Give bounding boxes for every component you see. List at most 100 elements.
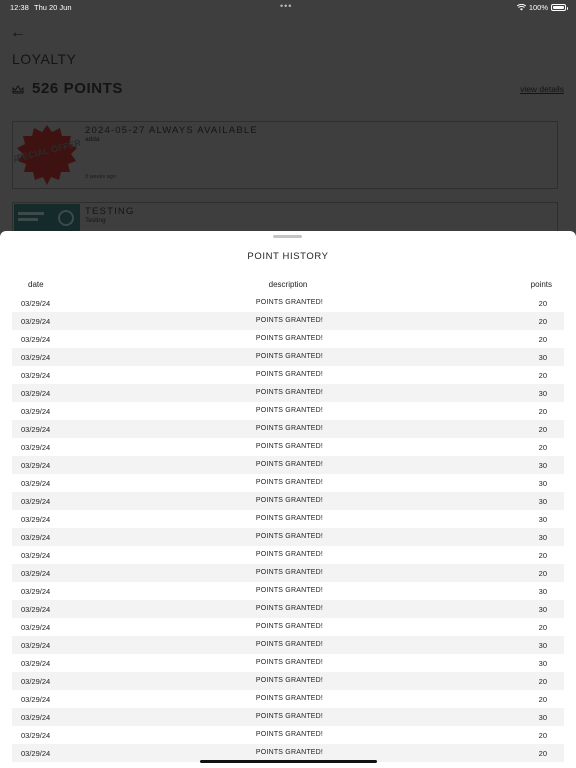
row-description: POINTS GRANTED! — [255, 425, 324, 432]
table-row: 03/29/24 POINTS GRANTED! 30 — [12, 492, 564, 510]
row-points: 20 — [538, 299, 547, 308]
row-description: POINTS GRANTED! — [255, 335, 324, 342]
view-details-link[interactable]: view details — [520, 84, 564, 94]
row-points: 20 — [538, 623, 547, 632]
row-description: POINTS GRANTED! — [255, 443, 324, 450]
row-description: POINTS GRANTED! — [255, 749, 324, 756]
table-row: 03/29/24 POINTS GRANTED! 30 — [12, 654, 564, 672]
offer-card[interactable]: SPECIAL OFFER 2024-05-27 ALWAYS AVAILABL… — [10, 121, 558, 189]
row-points: 30 — [538, 605, 547, 614]
row-description: POINTS GRANTED! — [255, 479, 324, 486]
row-points: 30 — [538, 497, 547, 506]
row-points: 30 — [538, 659, 547, 668]
offer-subtitle: Testing — [85, 217, 106, 224]
offer-subtitle: adda — [85, 136, 100, 143]
status-time: 12:38 — [10, 3, 29, 12]
column-header-description: description — [268, 280, 308, 289]
table-row: 03/29/24 POINTS GRANTED! 20 — [12, 690, 564, 708]
row-points: 20 — [538, 551, 547, 560]
row-points: 30 — [538, 533, 547, 542]
column-header-points: points — [530, 280, 552, 289]
point-history-table: 03/29/24 POINTS GRANTED! 20 03/29/24 POINTS … — [12, 294, 564, 762]
row-points: 20 — [538, 335, 547, 344]
table-row: 03/29/24 POINTS GRANTED! 20 — [12, 402, 564, 420]
row-description: POINTS GRANTED! — [255, 695, 324, 702]
row-points: 20 — [538, 749, 547, 758]
row-points: 30 — [538, 515, 547, 524]
row-description: POINTS GRANTED! — [255, 551, 324, 558]
row-description: POINTS GRANTED! — [255, 623, 324, 630]
table-row: 03/29/24 POINTS GRANTED! 30 — [12, 582, 564, 600]
back-arrow-icon[interactable]: ← — [10, 24, 26, 42]
row-description: POINTS GRANTED! — [255, 641, 324, 648]
status-date: Thu 20 Jun — [34, 3, 72, 12]
table-row: 03/29/24 POINTS GRANTED! 30 — [12, 384, 564, 402]
battery-icon — [551, 4, 568, 11]
row-points: 30 — [538, 479, 547, 488]
table-row: 03/29/24 POINTS GRANTED! 20 — [12, 330, 564, 348]
battery-percent: 100% — [528, 3, 548, 12]
point-history-sheet: POINT HISTORY date description points 03… — [0, 231, 576, 768]
row-description: POINTS GRANTED! — [255, 353, 324, 360]
table-row: 03/29/24 POINTS GRANTED! 30 — [12, 600, 564, 618]
row-description: POINTS GRANTED! — [255, 533, 324, 540]
row-points: 30 — [538, 461, 547, 470]
row-points: 20 — [538, 317, 547, 326]
row-points: 20 — [538, 677, 547, 686]
table-row: 03/29/24 POINTS GRANTED! 20 — [12, 564, 564, 582]
table-row: 03/29/24 POINTS GRANTED! 30 — [12, 708, 564, 726]
row-points: 20 — [538, 371, 547, 380]
sheet-title: POINT HISTORY — [247, 251, 329, 262]
table-row: 03/29/24 POINTS GRANTED! 20 — [12, 420, 564, 438]
points-summary: 526 POINTS — [12, 80, 123, 97]
row-description: POINTS GRANTED! — [255, 497, 324, 504]
table-row: 03/29/24 POINTS GRANTED! 20 — [12, 726, 564, 744]
row-description: POINTS GRANTED! — [255, 371, 324, 378]
row-points: 20 — [538, 443, 547, 452]
loyalty-crown-icon — [12, 84, 24, 93]
row-points: 20 — [538, 407, 547, 416]
home-indicator[interactable] — [200, 760, 377, 763]
offer-time: 3 weeks ago — [85, 174, 116, 180]
offer-title: 2024-05-27 ALWAYS AVAILABLE — [85, 125, 258, 136]
points-total: 526 POINTS — [32, 80, 124, 97]
table-row: 03/29/24 POINTS GRANTED! 30 — [12, 348, 564, 366]
row-description: POINTS GRANTED! — [255, 569, 324, 576]
row-description: POINTS GRANTED! — [255, 731, 324, 738]
page-title: LOYALTY — [12, 51, 77, 67]
row-points: 30 — [538, 353, 547, 362]
table-row: 03/29/24 POINTS GRANTED! 20 — [12, 312, 564, 330]
row-description: POINTS GRANTED! — [255, 677, 324, 684]
row-points: 20 — [538, 569, 547, 578]
table-row: 03/29/24 POINTS GRANTED! 20 — [12, 672, 564, 690]
status-right: 100% — [516, 3, 568, 12]
row-points: 30 — [538, 641, 547, 650]
row-description: POINTS GRANTED! — [255, 713, 324, 720]
row-points: 20 — [538, 425, 547, 434]
sheet-grabber-handle[interactable] — [273, 235, 302, 238]
row-description: POINTS GRANTED! — [255, 587, 324, 594]
row-description: POINTS GRANTED! — [255, 407, 324, 414]
table-row: 03/29/24 POINTS GRANTED! 20 — [12, 546, 564, 564]
row-points: 30 — [538, 713, 547, 722]
row-description: POINTS GRANTED! — [255, 299, 324, 306]
row-description: POINTS GRANTED! — [255, 659, 324, 666]
table-row: 03/29/24 POINTS GRANTED! 30 — [12, 474, 564, 492]
row-description: POINTS GRANTED! — [255, 317, 324, 324]
row-points: 20 — [538, 695, 547, 704]
row-description: POINTS GRANTED! — [255, 461, 324, 468]
multitasking-dots[interactable]: ••• — [280, 1, 292, 11]
table-row: 03/29/24 POINTS GRANTED! 30 — [12, 510, 564, 528]
row-description: POINTS GRANTED! — [255, 515, 324, 522]
table-row: 03/29/24 POINTS GRANTED! 20 — [12, 366, 564, 384]
table-row: 03/29/24 POINTS GRANTED! 20 — [12, 618, 564, 636]
row-points: 30 — [538, 587, 547, 596]
row-points: 20 — [538, 731, 547, 740]
loyalty-page-background: ← LOYALTY 526 POINTS view details SPECIA… — [0, 14, 576, 242]
table-row: 03/29/24 POINTS GRANTED! 30 — [12, 636, 564, 654]
offer-title: TESTING — [85, 206, 135, 217]
row-points: 30 — [538, 389, 547, 398]
special-offer-badge-icon: SPECIAL OFFER — [10, 125, 82, 185]
table-row: 03/29/24 POINTS GRANTED! 30 — [12, 528, 564, 546]
status-bar: 12:38 Thu 20 Jun ••• 100% — [0, 0, 576, 14]
